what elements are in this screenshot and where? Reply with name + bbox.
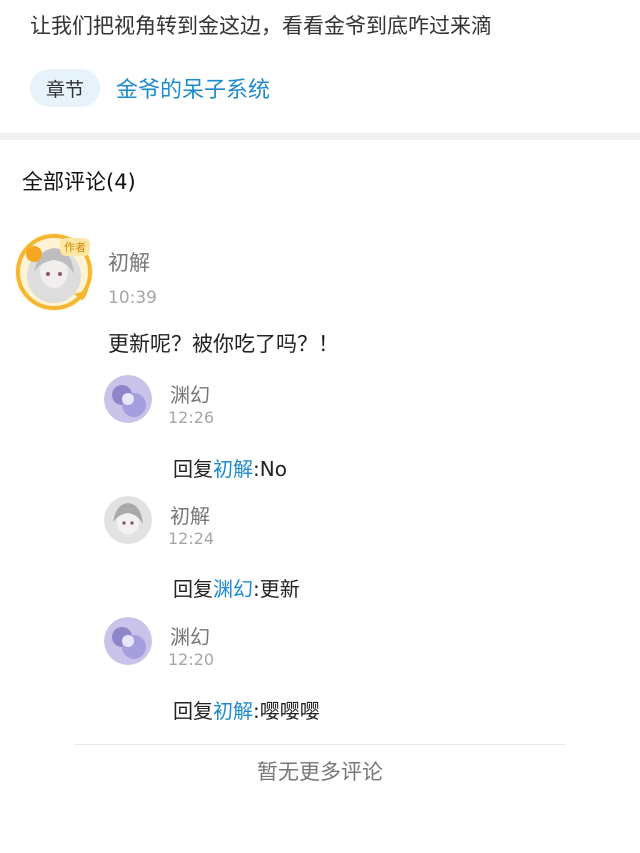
- chapter-link[interactable]: 金爷的呆子系统: [116, 72, 270, 104]
- section-divider: [0, 133, 640, 140]
- comment-author[interactable]: 初解: [108, 247, 150, 277]
- author-badge: 作者: [60, 238, 90, 256]
- reply-text: 回复初解:嘤嘤嘤: [173, 695, 320, 724]
- reply-author[interactable]: 初解: [170, 500, 210, 529]
- chapter-row: 章节 金爷的呆子系统: [30, 69, 270, 107]
- footer-divider: [74, 744, 566, 745]
- chapter-tag: 章节: [30, 69, 100, 107]
- reply-body: No: [259, 457, 287, 481]
- reply-separator: :: [253, 699, 260, 723]
- reply-text: 回复渊幻:更新: [173, 573, 300, 602]
- reply-prefix: 回复: [173, 699, 213, 723]
- reply-separator: :: [253, 457, 260, 481]
- comments-header: 全部评论(4): [22, 170, 136, 194]
- reply-avatar[interactable]: [104, 617, 152, 665]
- reply-mention[interactable]: 渊幻: [213, 577, 253, 601]
- comment-text: 更新呢？被你吃了吗？！: [108, 332, 339, 356]
- no-more-comments: 暂无更多评论: [257, 760, 383, 784]
- reply-text: 回复初解:No: [173, 453, 287, 482]
- reply-separator: :: [253, 577, 260, 601]
- reply-time: 12:26: [168, 408, 215, 427]
- reply-mention[interactable]: 初解: [213, 699, 253, 723]
- reply-body: 更新: [259, 577, 300, 601]
- reply-time: 12:24: [168, 529, 215, 548]
- reply-avatar[interactable]: [104, 375, 152, 423]
- reply-prefix: 回复: [173, 577, 213, 601]
- comment-time: 10:39: [108, 288, 157, 308]
- reply-time: 12:20: [168, 650, 215, 669]
- reply-author[interactable]: 渊幻: [170, 621, 210, 650]
- reply-author[interactable]: 渊幻: [170, 379, 210, 408]
- reply-body: 嘤嘤嘤: [259, 699, 320, 723]
- reply-mention[interactable]: 初解: [213, 457, 253, 481]
- reply-prefix: 回复: [173, 457, 213, 481]
- reply-avatar[interactable]: [104, 496, 152, 544]
- chapter-summary: 让我们把视角转到金这边，看看金爷到底咋过来滴: [30, 14, 492, 38]
